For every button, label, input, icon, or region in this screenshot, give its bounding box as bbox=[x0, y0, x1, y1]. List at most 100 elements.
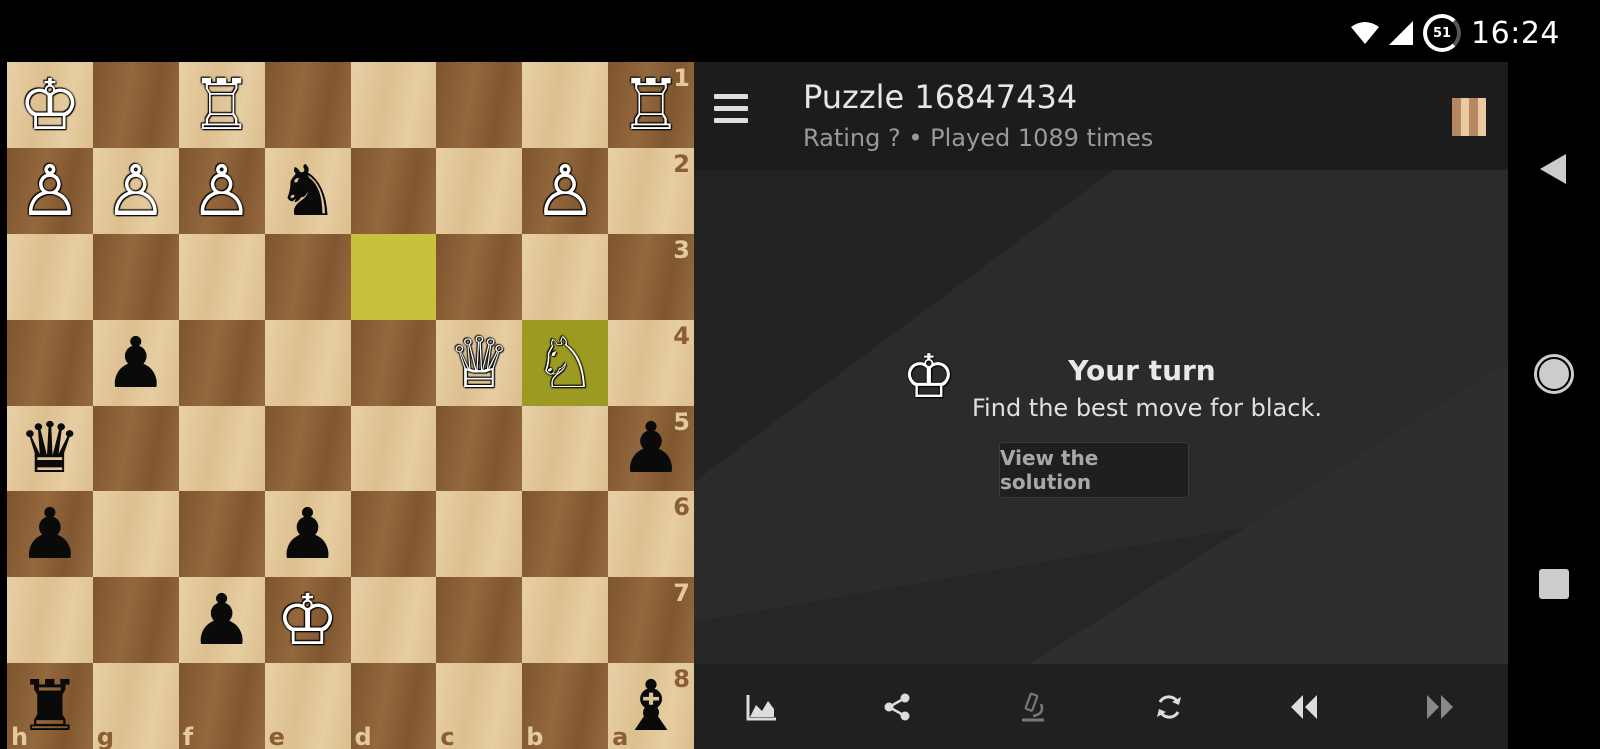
square-d1[interactable] bbox=[350, 62, 437, 148]
square-g3[interactable] bbox=[92, 233, 179, 320]
board-settings-icon[interactable] bbox=[1452, 98, 1486, 136]
square-a1[interactable]: ♖ 1 bbox=[608, 62, 694, 148]
back-icon[interactable] bbox=[1538, 152, 1568, 186]
black-pawn-icon[interactable]: ♟ bbox=[190, 585, 253, 655]
square-a4[interactable]: 4 bbox=[608, 319, 694, 406]
flip-board-icon[interactable] bbox=[1139, 677, 1199, 737]
square-b2[interactable]: ♙ bbox=[522, 147, 609, 234]
square-h2[interactable]: ♙ bbox=[7, 147, 93, 234]
square-e8[interactable]: e bbox=[264, 663, 351, 749]
square-g1[interactable] bbox=[92, 62, 179, 148]
black-pawn-icon[interactable]: ♟ bbox=[276, 499, 339, 569]
square-d8[interactable]: d bbox=[350, 663, 437, 749]
view-solution-button[interactable]: View the solution bbox=[999, 442, 1189, 498]
white-knight-icon[interactable]: ♘ bbox=[534, 328, 597, 398]
rank-label: 4 bbox=[673, 321, 690, 350]
file-label: g bbox=[96, 723, 115, 749]
square-g7[interactable] bbox=[92, 577, 179, 664]
square-h1[interactable]: ♔ bbox=[7, 62, 93, 148]
backward-icon[interactable] bbox=[1274, 677, 1334, 737]
white-pawn-icon[interactable]: ♙ bbox=[104, 156, 167, 226]
square-c8[interactable]: c bbox=[436, 663, 523, 749]
battery-level: 51 bbox=[1432, 25, 1452, 41]
recent-apps-button[interactable] bbox=[1539, 569, 1569, 599]
square-b5[interactable] bbox=[522, 405, 609, 492]
bottom-action-bar bbox=[694, 664, 1508, 749]
square-a2[interactable]: 2 bbox=[608, 147, 694, 234]
square-b8[interactable]: b bbox=[522, 663, 609, 749]
menu-icon[interactable] bbox=[714, 94, 748, 130]
square-b4[interactable]: ♘ bbox=[522, 319, 609, 406]
square-a8[interactable]: ♝ 8 a bbox=[608, 663, 694, 749]
square-h7[interactable] bbox=[7, 577, 93, 664]
square-e4[interactable] bbox=[264, 319, 351, 406]
square-f1[interactable]: ♖ bbox=[178, 62, 265, 148]
square-d4[interactable] bbox=[350, 319, 437, 406]
black-knight-icon[interactable]: ♞ bbox=[276, 156, 339, 226]
square-f5[interactable] bbox=[178, 405, 265, 492]
toolbar: Puzzle 16847434 Rating ? • Played 1089 t… bbox=[694, 62, 1508, 170]
square-c2[interactable] bbox=[436, 147, 523, 234]
square-e6[interactable]: ♟ bbox=[264, 491, 351, 578]
square-d2[interactable] bbox=[350, 147, 437, 234]
black-queen-icon[interactable]: ♛ bbox=[19, 413, 82, 483]
square-f6[interactable] bbox=[178, 491, 265, 578]
share-icon[interactable] bbox=[867, 677, 927, 737]
clock: 16:24 bbox=[1471, 15, 1560, 51]
square-e2[interactable]: ♞ bbox=[264, 147, 351, 234]
square-c5[interactable] bbox=[436, 405, 523, 492]
forward-icon[interactable] bbox=[1410, 677, 1470, 737]
square-c3[interactable] bbox=[436, 233, 523, 320]
square-f4[interactable] bbox=[178, 319, 265, 406]
white-rook-icon[interactable]: ♖ bbox=[190, 70, 253, 140]
square-h5[interactable]: ♛ bbox=[7, 405, 93, 492]
black-pawn-icon[interactable]: ♟ bbox=[19, 499, 82, 569]
square-g2[interactable]: ♙ bbox=[92, 147, 179, 234]
square-g4[interactable]: ♟ bbox=[92, 319, 179, 406]
white-king-icon[interactable]: ♔ bbox=[276, 585, 339, 655]
square-c1[interactable] bbox=[436, 62, 523, 148]
square-b1[interactable] bbox=[522, 62, 609, 148]
square-c7[interactable] bbox=[436, 577, 523, 664]
white-pawn-icon[interactable]: ♙ bbox=[190, 156, 253, 226]
square-e1[interactable] bbox=[264, 62, 351, 148]
square-f8[interactable]: f bbox=[178, 663, 265, 749]
square-g8[interactable]: g bbox=[92, 663, 179, 749]
turn-indicator: ♔ Your turn Find the best move for black… bbox=[902, 342, 1402, 512]
square-a7[interactable]: 7 bbox=[608, 577, 694, 664]
square-f3[interactable] bbox=[178, 233, 265, 320]
white-pawn-icon[interactable]: ♙ bbox=[534, 156, 597, 226]
square-c6[interactable] bbox=[436, 491, 523, 578]
analysis-icon[interactable] bbox=[1003, 677, 1063, 737]
square-c4[interactable]: ♕ bbox=[436, 319, 523, 406]
square-f2[interactable]: ♙ bbox=[178, 147, 265, 234]
black-pawn-icon[interactable]: ♟ bbox=[104, 328, 167, 398]
square-d7[interactable] bbox=[350, 577, 437, 664]
square-e7[interactable]: ♔ bbox=[264, 577, 351, 664]
square-e5[interactable] bbox=[264, 405, 351, 492]
white-pawn-icon[interactable]: ♙ bbox=[19, 156, 82, 226]
square-b6[interactable] bbox=[522, 491, 609, 578]
square-d3[interactable] bbox=[350, 233, 437, 320]
chess-board[interactable]: ♔ ♖ ♖ 1 ♙ ♙ ♙ ♞ ♙ 2 3 ♟ ♕ ♘ 4 ♛ ♟ 5 ♟ ♟ 6 ♟ ♔ 7 ♜ h g f e d c b ♝ 8 a bbox=[7, 62, 694, 749]
home-button[interactable] bbox=[1534, 354, 1574, 394]
square-b7[interactable] bbox=[522, 577, 609, 664]
square-h6[interactable]: ♟ bbox=[7, 491, 93, 578]
square-d5[interactable] bbox=[350, 405, 437, 492]
file-label: h bbox=[11, 723, 29, 749]
chart-icon[interactable] bbox=[732, 677, 792, 737]
square-h3[interactable] bbox=[7, 233, 93, 320]
square-e3[interactable] bbox=[264, 233, 351, 320]
square-h4[interactable] bbox=[7, 319, 93, 406]
square-a5[interactable]: ♟ 5 bbox=[608, 405, 694, 492]
square-g6[interactable] bbox=[92, 491, 179, 578]
square-d6[interactable] bbox=[350, 491, 437, 578]
white-king-icon[interactable]: ♔ bbox=[19, 70, 82, 140]
square-f7[interactable]: ♟ bbox=[178, 577, 265, 664]
white-queen-icon[interactable]: ♕ bbox=[448, 328, 511, 398]
square-g5[interactable] bbox=[92, 405, 179, 492]
square-a6[interactable]: 6 bbox=[608, 491, 694, 578]
square-b3[interactable] bbox=[522, 233, 609, 320]
square-h8[interactable]: ♜ h bbox=[7, 663, 93, 749]
square-a3[interactable]: 3 bbox=[608, 233, 694, 320]
